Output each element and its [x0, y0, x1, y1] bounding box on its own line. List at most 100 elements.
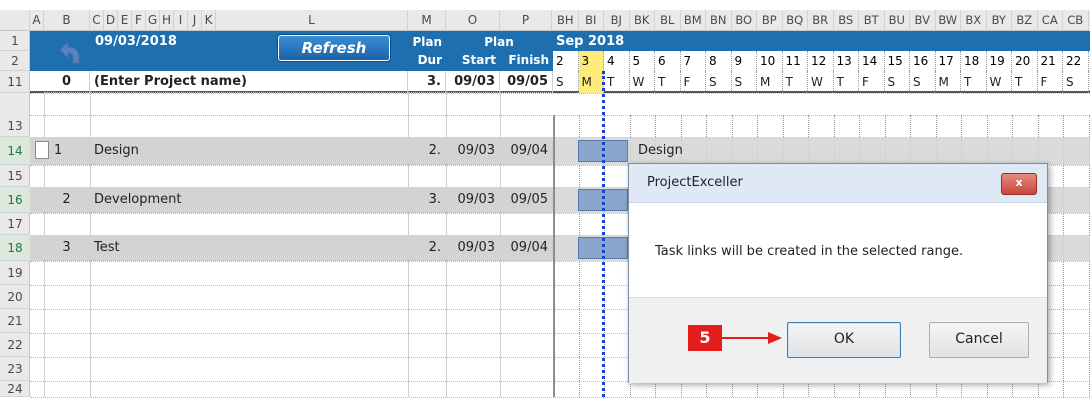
- task-name[interactable]: Test: [90, 235, 408, 261]
- task-id[interactable]: 1: [50, 137, 90, 165]
- row-header-24[interactable]: 24: [0, 381, 30, 397]
- task-finish[interactable]: 09/04: [500, 235, 553, 261]
- day-number[interactable]: 21: [1038, 51, 1063, 71]
- day-number[interactable]: 12: [808, 51, 834, 71]
- task-finish[interactable]: 09/05: [500, 187, 553, 213]
- column-header-bo[interactable]: BO: [732, 10, 757, 31]
- row-header-14[interactable]: 14: [0, 137, 30, 165]
- row-header-18[interactable]: 18: [0, 235, 30, 261]
- column-header-k[interactable]: K: [202, 10, 216, 31]
- column-header-i[interactable]: I: [174, 10, 188, 31]
- day-number[interactable]: 8: [706, 51, 732, 71]
- day-number[interactable]: 6: [655, 51, 681, 71]
- column-header-bv[interactable]: BV: [910, 10, 936, 31]
- row-header-19[interactable]: 19: [0, 261, 30, 285]
- column-header-d[interactable]: D: [104, 10, 118, 31]
- column-header-f[interactable]: F: [132, 10, 146, 31]
- column-header-m[interactable]: M: [408, 10, 446, 31]
- project-dur[interactable]: 3.: [408, 71, 446, 93]
- column-header-bm[interactable]: BM: [681, 10, 706, 31]
- day-number[interactable]: 4: [604, 51, 630, 71]
- project-finish[interactable]: 09/05: [500, 71, 553, 93]
- column-header-j[interactable]: J: [188, 10, 202, 31]
- column-header-e[interactable]: E: [118, 10, 132, 31]
- day-number[interactable]: 16: [910, 51, 936, 71]
- row-header-11[interactable]: 11: [0, 71, 30, 93]
- task-dur[interactable]: 2.: [408, 137, 446, 165]
- day-number[interactable]: 22: [1063, 51, 1089, 71]
- column-header-bk[interactable]: BK: [630, 10, 655, 31]
- column-header-bh[interactable]: BH: [553, 10, 579, 31]
- day-number-today[interactable]: 3: [578, 51, 604, 71]
- column-header-c[interactable]: C: [90, 10, 104, 31]
- day-number[interactable]: 7: [681, 51, 706, 71]
- day-number[interactable]: 10: [757, 51, 783, 71]
- day-number[interactable]: 18: [961, 51, 987, 71]
- column-header-br[interactable]: BR: [808, 10, 834, 31]
- column-header-bj[interactable]: BJ: [604, 10, 630, 31]
- row-header-16[interactable]: 16: [0, 187, 30, 213]
- column-header-bq[interactable]: BQ: [783, 10, 808, 31]
- row-header-23[interactable]: 23: [0, 357, 30, 381]
- column-header-bx[interactable]: BX: [961, 10, 987, 31]
- row-header-21[interactable]: 21: [0, 309, 30, 333]
- column-header-a[interactable]: A: [30, 10, 44, 31]
- row-header-17[interactable]: 17: [0, 213, 30, 235]
- task-start[interactable]: 09/03: [446, 137, 500, 165]
- row-header-15[interactable]: 15: [0, 165, 30, 187]
- task-checkbox[interactable]: [35, 141, 49, 159]
- column-header-by[interactable]: BY: [987, 10, 1012, 31]
- weekday-letter: S: [910, 71, 936, 93]
- undo-arrow-icon[interactable]: [52, 36, 84, 66]
- day-number[interactable]: 9: [732, 51, 757, 71]
- day-number[interactable]: 19: [987, 51, 1012, 71]
- row-header-22[interactable]: 22: [0, 333, 30, 357]
- task-start[interactable]: 09/03: [446, 235, 500, 261]
- column-header-bt[interactable]: BT: [859, 10, 885, 31]
- task-id[interactable]: 3: [44, 235, 90, 261]
- column-header-h[interactable]: H: [160, 10, 174, 31]
- task-dur[interactable]: 2.: [408, 235, 446, 261]
- ok-button[interactable]: OK: [787, 322, 901, 358]
- task-start[interactable]: 09/03: [446, 187, 500, 213]
- day-number[interactable]: 2: [553, 51, 579, 71]
- column-header-p[interactable]: P: [500, 10, 552, 31]
- task-id[interactable]: 2: [44, 187, 90, 213]
- column-header-bz[interactable]: BZ: [1012, 10, 1038, 31]
- day-number[interactable]: 15: [885, 51, 910, 71]
- day-number[interactable]: 13: [834, 51, 859, 71]
- task-dur[interactable]: 3.: [408, 187, 446, 213]
- day-number[interactable]: 11: [783, 51, 808, 71]
- column-header-o[interactable]: O: [446, 10, 500, 31]
- day-number[interactable]: 20: [1012, 51, 1038, 71]
- column-header-g[interactable]: G: [146, 10, 160, 31]
- select-all-corner[interactable]: [0, 10, 30, 31]
- row-header-20[interactable]: 20: [0, 285, 30, 309]
- day-number[interactable]: 17: [936, 51, 961, 71]
- project-start[interactable]: 09/03: [446, 71, 500, 93]
- cancel-button[interactable]: Cancel: [929, 322, 1029, 358]
- column-header-bu[interactable]: BU: [885, 10, 910, 31]
- row-header-1[interactable]: 1: [0, 31, 30, 51]
- task-name[interactable]: Development: [90, 187, 408, 213]
- column-header-bl[interactable]: BL: [655, 10, 681, 31]
- column-header-bs[interactable]: BS: [834, 10, 859, 31]
- column-header-bn[interactable]: BN: [706, 10, 732, 31]
- column-header-b[interactable]: B: [44, 10, 90, 31]
- close-icon[interactable]: x: [1001, 173, 1037, 195]
- row-header-13[interactable]: 13: [0, 115, 30, 137]
- column-header-l[interactable]: L: [216, 10, 408, 31]
- column-header-bp[interactable]: BP: [757, 10, 783, 31]
- refresh-button[interactable]: Refresh: [278, 35, 390, 61]
- column-header-cb[interactable]: CB: [1063, 10, 1089, 31]
- task-name[interactable]: Design: [90, 137, 408, 165]
- day-number[interactable]: 14: [859, 51, 885, 71]
- project-name[interactable]: (Enter Project name): [90, 71, 408, 93]
- column-header-ca[interactable]: CA: [1038, 10, 1063, 31]
- column-header-bi[interactable]: BI: [579, 10, 604, 31]
- task-finish[interactable]: 09/04: [500, 137, 553, 165]
- day-number[interactable]: 5: [630, 51, 655, 71]
- row-header-2[interactable]: 2: [0, 51, 30, 71]
- project-id[interactable]: 0: [44, 71, 90, 93]
- column-header-bw[interactable]: BW: [936, 10, 961, 31]
